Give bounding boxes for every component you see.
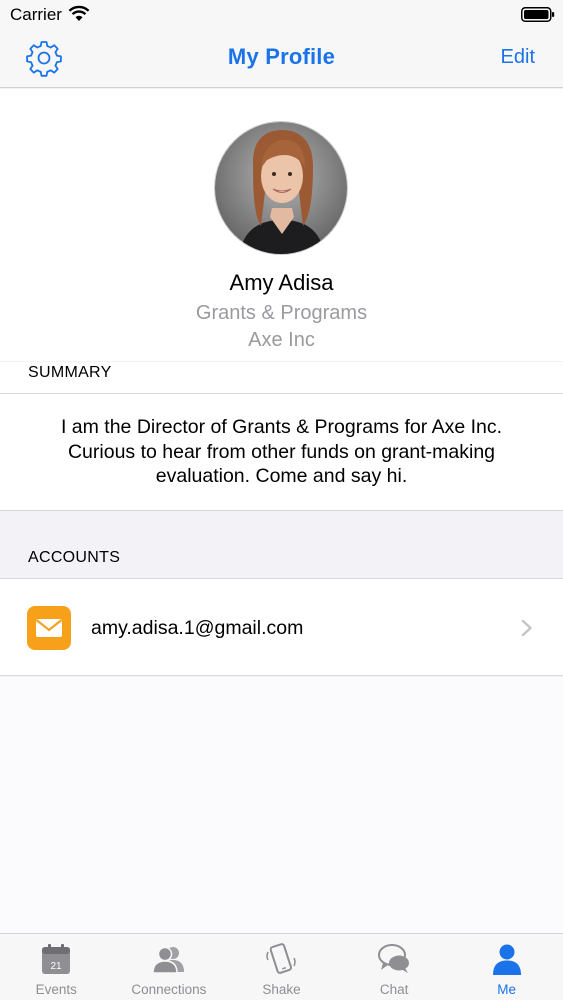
tab-label-connections: Connections xyxy=(131,982,207,997)
profile-company: Axe Inc xyxy=(248,329,315,351)
tab-label-chat: Chat xyxy=(379,982,409,997)
person-icon xyxy=(492,944,521,975)
account-email-label: amy.adisa.1@gmail.com xyxy=(91,617,304,639)
profile-name: Amy Adisa xyxy=(229,270,334,295)
status-bar: Carrier xyxy=(0,0,563,30)
profile-photo xyxy=(215,122,347,254)
phone-shake-icon xyxy=(266,943,297,974)
navigation-bar: My Profile Edit xyxy=(0,30,563,88)
profile-header: Amy Adisa Grants & Programs Axe Inc xyxy=(0,89,563,361)
summary-section-header: SUMMARY xyxy=(0,362,563,393)
battery-icon xyxy=(521,7,555,22)
tab-shake[interactable]: Shake xyxy=(225,934,338,1000)
page-title: My Profile xyxy=(227,44,336,69)
summary-text: I am the Director of Grants & Programs f… xyxy=(60,416,503,488)
carrier-label: Carrier xyxy=(10,5,62,24)
calendar-icon: 21 xyxy=(42,944,71,974)
chat-bubbles-icon xyxy=(378,944,410,973)
tab-label-shake: Shake xyxy=(262,982,301,997)
tab-events[interactable]: 21 Events xyxy=(0,934,113,1000)
edit-button[interactable]: Edit xyxy=(501,46,535,69)
summary-box: I am the Director of Grants & Programs f… xyxy=(0,393,563,511)
account-row-email[interactable]: amy.adisa.1@gmail.com xyxy=(0,578,563,676)
avatar xyxy=(214,121,348,255)
accounts-section-header: ACCOUNTS xyxy=(0,512,563,578)
tab-label-events: Events xyxy=(35,982,77,997)
mail-icon xyxy=(27,606,71,650)
wifi-icon xyxy=(68,5,90,21)
chevron-right-icon xyxy=(521,619,532,637)
tab-label-me: Me xyxy=(497,982,517,997)
empty-area xyxy=(0,677,563,933)
tab-chat[interactable]: Chat xyxy=(338,934,451,1000)
people-icon xyxy=(152,946,184,974)
profile-department: Grants & Programs xyxy=(195,302,368,324)
tab-connections[interactable]: Connections xyxy=(113,934,226,1000)
tab-bar: 21 Events Connections Shake Chat Me xyxy=(0,933,563,1000)
calendar-day: 21 xyxy=(51,961,63,972)
tab-me[interactable]: Me xyxy=(450,934,563,1000)
